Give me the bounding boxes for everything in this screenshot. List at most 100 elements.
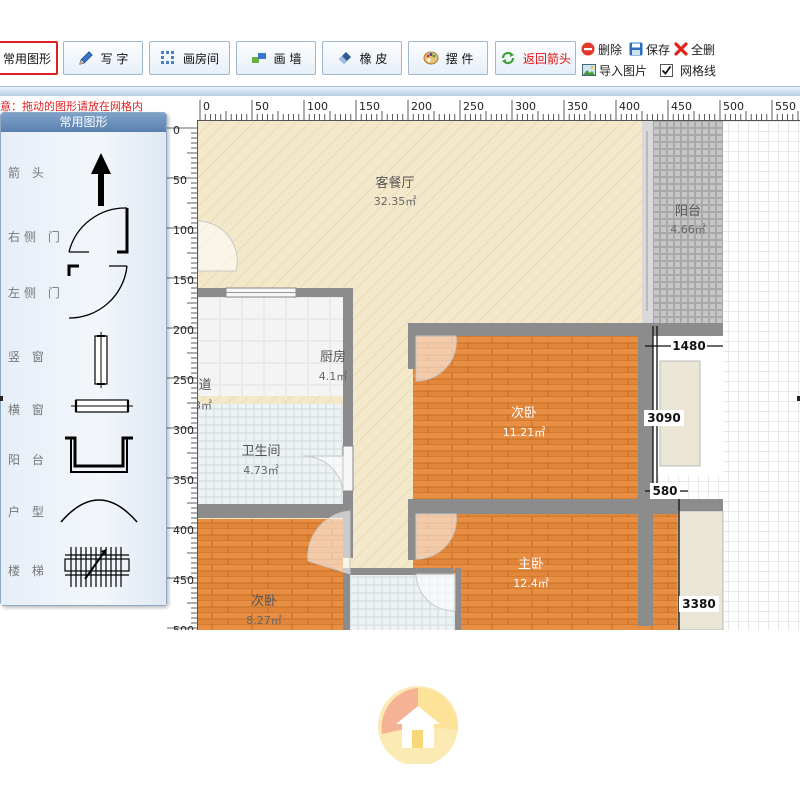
room-name-balcony: 阳台: [675, 204, 701, 219]
toolbar: 常用图形 写 字 画房间 画 墙 橡 皮 摆 件 返回箭头 删除 保存 全删 导…: [0, 37, 800, 85]
save-label: 保存: [646, 42, 671, 57]
eraser-label: 橡 皮: [359, 51, 388, 66]
bay-window-2: [677, 510, 724, 630]
ruler-top-tick-label: 200: [411, 100, 432, 113]
palette-right-door[interactable]: 右侧 门: [1, 207, 166, 262]
common-shapes-label: 常用图形: [2, 51, 51, 66]
palette-label: 楼 梯: [8, 564, 48, 578]
palette-vertical-window[interactable]: 竖 窗: [1, 332, 166, 388]
ruler-left-tick-label: 450: [173, 574, 194, 587]
room-name-kitchen: 厨房: [320, 349, 346, 365]
palette-icon: [423, 50, 439, 66]
ruler-left-tick-label: 350: [173, 474, 194, 487]
draw-room-button[interactable]: 画房间: [149, 41, 230, 75]
house-logo: [374, 686, 460, 766]
grid-icon: [160, 50, 176, 66]
room-name-bathroom: 卫生间: [241, 444, 280, 459]
room-name-bedroom: 次卧: [511, 405, 537, 421]
ruler-top-tick-label: 550: [775, 100, 796, 113]
room-area-master: 12.4㎡: [513, 577, 549, 590]
dimension-580: 580: [652, 484, 677, 498]
palette-stairs[interactable]: 楼 梯: [1, 546, 166, 596]
red-x-icon: [674, 42, 688, 56]
stairs-icon: [64, 547, 130, 587]
common-shapes-panel[interactable]: 常用图形 箭 头 右侧 门 左侧 门 竖 窗 横 窗 阳 台 户 型 楼 梯: [0, 112, 167, 606]
grid-lines-label: 网格线: [680, 63, 717, 78]
palette-label: 右侧 门: [8, 230, 64, 244]
ruler-left-tick-label: 500: [173, 624, 194, 630]
furniture-button[interactable]: 摆 件: [408, 41, 488, 75]
write-text-button[interactable]: 写 字: [63, 41, 143, 75]
pencil-icon: [78, 50, 94, 66]
eraser-icon: [337, 50, 353, 66]
room-name-corridor: 道: [198, 378, 211, 393]
ruler-top-tick-label: 150: [359, 100, 380, 113]
palette-label: 左侧 门: [8, 286, 64, 300]
horizontal-window-icon: [71, 399, 133, 413]
ruler-top-tick-label: 400: [619, 100, 640, 113]
draw-wall-label: 画 墙: [273, 51, 302, 66]
left-door-icon: [67, 264, 128, 319]
resize-handle-left[interactable]: [0, 396, 3, 401]
import-image-button[interactable]: 导入图片: [582, 62, 647, 78]
palette-label: 箭 头: [8, 166, 48, 180]
floor-plan[interactable]: 客餐厅 32.35㎡ 阳台 4.66㎡ 厨房 4.1㎡ 次卧 11.21㎡ 卫生…: [198, 121, 800, 630]
delete-all-label: 全删: [691, 42, 716, 57]
room-area-living: 32.35㎡: [374, 195, 417, 208]
ruler-left-tick-label: 200: [173, 324, 194, 337]
palette-arrow[interactable]: 箭 头: [1, 152, 166, 206]
dimension-1480: 1480: [672, 339, 705, 353]
room-name-master: 主卧: [518, 557, 544, 572]
delete-label: 删除: [598, 42, 623, 57]
vertical-window-icon: [94, 332, 108, 388]
eraser-button[interactable]: 橡 皮: [322, 41, 402, 75]
checkbox-checked-icon[interactable]: [660, 63, 673, 77]
wall-icon: [251, 50, 267, 66]
room-name-living: 客餐厅: [375, 175, 414, 191]
room-area-balcony: 4.66㎡: [670, 223, 706, 236]
furniture-label: 摆 件: [445, 51, 474, 66]
ruler-top-tick-label: 450: [671, 100, 692, 113]
room-area-bathroom: 4.73㎡: [243, 464, 279, 477]
save-icon: [629, 42, 643, 56]
balcony-floor: [653, 121, 723, 323]
arrow-up-icon: [91, 153, 111, 206]
panel-body: 箭 头 右侧 门 左侧 门 竖 窗 横 窗 阳 台 户 型 楼 梯: [1, 132, 166, 605]
palette-left-door[interactable]: 左侧 门: [1, 264, 166, 319]
palette-label: 横 窗: [8, 403, 48, 417]
dimension-3090: 3090: [647, 411, 680, 425]
grid-lines-toggle[interactable]: 网格线: [660, 62, 716, 78]
ruler-left-tick-label: 250: [173, 374, 194, 387]
ruler-left-tick-label: 50: [173, 174, 187, 187]
drawing-canvas[interactable]: 客餐厅 32.35㎡ 阳台 4.66㎡ 厨房 4.1㎡ 次卧 11.21㎡ 卫生…: [198, 121, 800, 630]
palette-balcony[interactable]: 阳 台: [1, 436, 166, 486]
room-area-kitchen: 4.1㎡: [319, 370, 348, 383]
delete-button[interactable]: 删除: [581, 41, 622, 57]
panel-title: 常用图形: [1, 113, 166, 132]
ruler-top-tick-label: 500: [723, 100, 744, 113]
ruler-top-tick-label: 300: [515, 100, 536, 113]
palette-floorplan-arc[interactable]: 户 型: [1, 490, 166, 540]
palette-label: 阳 台: [8, 453, 48, 467]
room-area-bedroom: 11.21㎡: [503, 426, 546, 439]
back-arrow-button[interactable]: 返回箭头: [495, 41, 576, 75]
ruler-top-tick-label: 350: [567, 100, 588, 113]
refresh-icon: [500, 50, 516, 66]
back-arrow-label: 返回箭头: [522, 51, 571, 66]
ruler-top-tick-label: 250: [463, 100, 484, 113]
common-shapes-button[interactable]: 常用图形: [0, 41, 58, 75]
delete-all-button[interactable]: 全删: [674, 41, 715, 57]
top-blank-bar: [0, 0, 800, 30]
save-button[interactable]: 保存: [629, 41, 670, 57]
image-icon: [582, 63, 596, 77]
horizontal-ruler: 0 50 100 150 200 250 300 350 400 450 500 550: [197, 100, 800, 121]
vertical-ruler: 0 50 100 150 200 250 300 350 400 450 500: [167, 120, 198, 630]
room-area-bedroom-2: 8.27㎡: [246, 614, 282, 627]
draw-room-label: 画房间: [182, 51, 219, 66]
toolbar-divider: [0, 86, 800, 96]
ruler-top-tick-label: 0: [203, 100, 210, 113]
ruler-left-tick-label: 300: [173, 424, 194, 437]
ruler-top-tick-label: 100: [307, 100, 328, 113]
palette-label: 竖 窗: [8, 350, 48, 364]
draw-wall-button[interactable]: 画 墙: [236, 41, 316, 75]
